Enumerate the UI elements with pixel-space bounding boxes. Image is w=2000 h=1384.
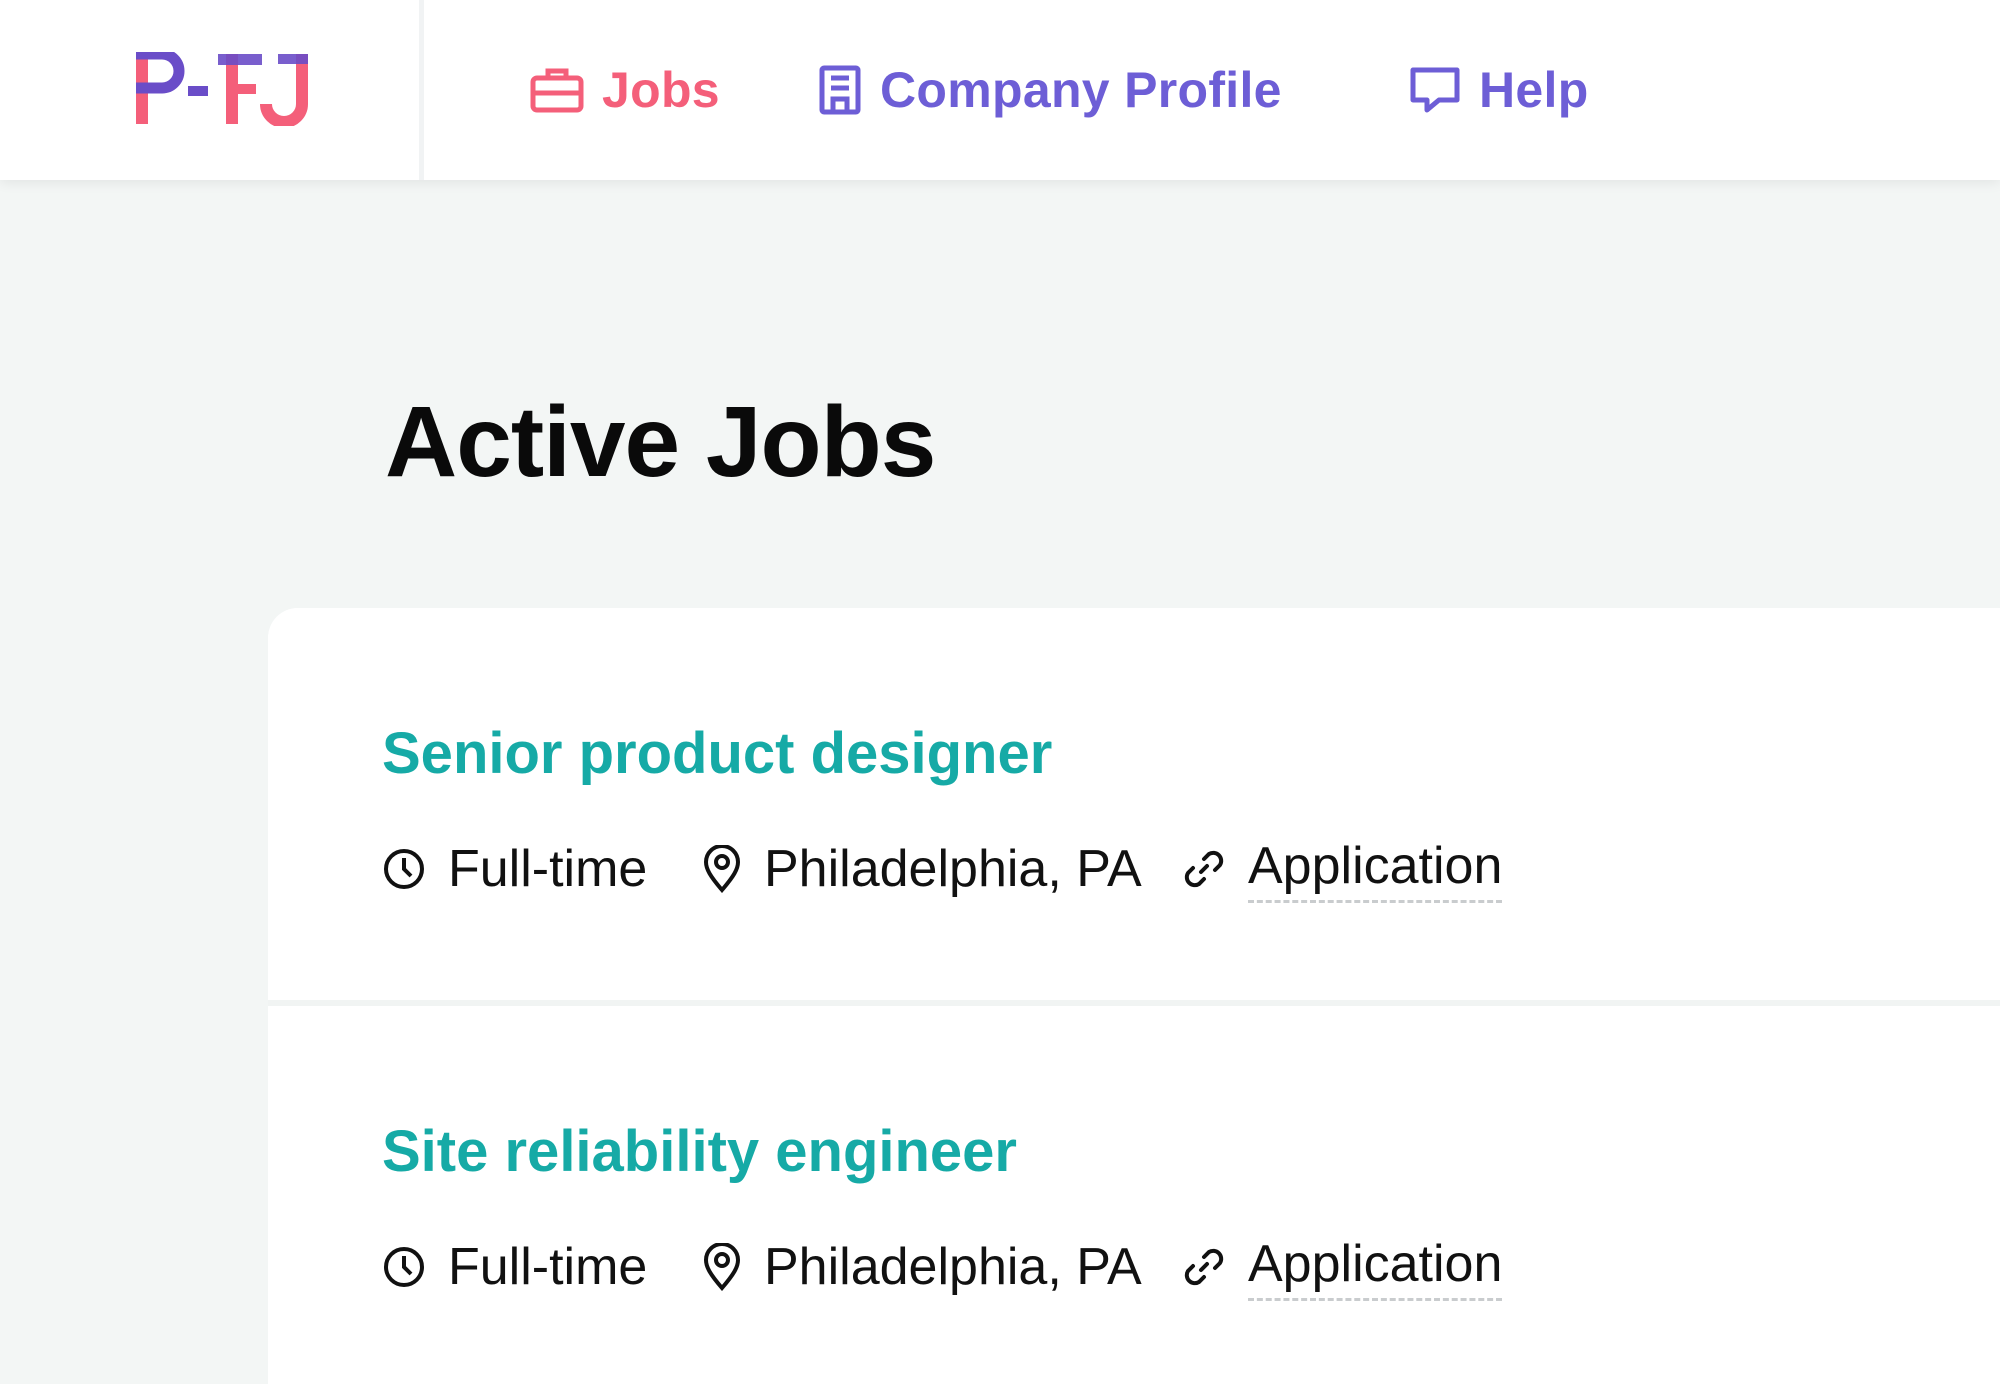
job-type: Full-time xyxy=(382,1237,702,1297)
nav-help[interactable]: Help xyxy=(1409,0,1589,180)
nav-jobs-label: Jobs xyxy=(602,62,720,118)
nav-company-profile[interactable]: Company Profile xyxy=(818,0,1282,180)
job-location-text: Philadelphia, PA xyxy=(764,1238,1142,1296)
job-meta: Full-time Philadelphia, PA Application xyxy=(382,1232,1503,1302)
nav-jobs[interactable]: Jobs xyxy=(530,0,720,180)
job-application: Application xyxy=(1182,1234,1503,1301)
job-type-text: Full-time xyxy=(448,840,648,898)
nav-company-profile-label: Company Profile xyxy=(880,62,1282,118)
job-row: Site reliability engineer Full-time Phil… xyxy=(268,1006,2000,1384)
briefcase-icon xyxy=(530,66,584,114)
chat-icon xyxy=(1409,66,1461,114)
job-location: Philadelphia, PA xyxy=(702,839,1182,899)
clock-icon xyxy=(382,1245,426,1289)
top-navigation-bar: Jobs Company Profile Help xyxy=(0,0,2000,180)
jobs-list-card: Senior product designer Full-time Philad… xyxy=(268,608,2000,1384)
nav-help-label: Help xyxy=(1479,62,1589,118)
job-meta: Full-time Philadelphia, PA Application xyxy=(382,834,1503,904)
job-location-text: Philadelphia, PA xyxy=(764,840,1142,898)
application-link[interactable]: Application xyxy=(1248,1234,1503,1301)
application-link[interactable]: Application xyxy=(1248,836,1503,903)
pfj-logo[interactable] xyxy=(132,48,322,128)
job-title-link[interactable]: Site reliability engineer xyxy=(382,1118,1017,1185)
link-icon xyxy=(1182,847,1226,891)
job-location: Philadelphia, PA xyxy=(702,1237,1182,1297)
building-icon xyxy=(818,65,862,115)
job-title-link[interactable]: Senior product designer xyxy=(382,720,1052,787)
job-type: Full-time xyxy=(382,839,702,899)
map-pin-icon xyxy=(702,844,742,894)
page-title: Active Jobs xyxy=(385,386,936,498)
job-row: Senior product designer Full-time Philad… xyxy=(268,608,2000,1000)
job-application: Application xyxy=(1182,836,1503,903)
logo-container xyxy=(0,0,424,180)
job-type-text: Full-time xyxy=(448,1238,648,1296)
link-icon xyxy=(1182,1245,1226,1289)
clock-icon xyxy=(382,847,426,891)
map-pin-icon xyxy=(702,1242,742,1292)
